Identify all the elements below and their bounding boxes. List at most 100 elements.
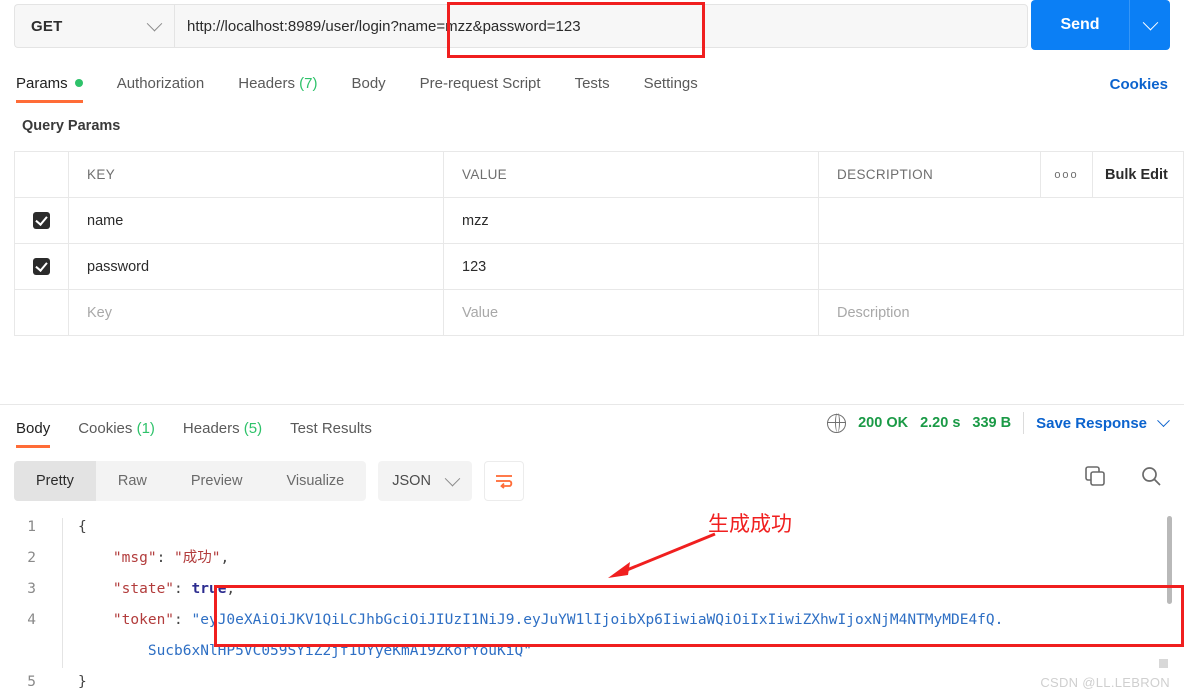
chevron-down-icon: [146, 15, 163, 31]
param-value[interactable]: mzz: [462, 213, 489, 229]
response-time: 2.20 s: [920, 415, 961, 431]
line-number: 1: [27, 519, 36, 535]
json-value-msg: "成功": [174, 550, 221, 566]
response-tab-cookies[interactable]: Cookies (1): [78, 420, 155, 439]
tab-authorization-label: Authorization: [116, 74, 205, 92]
cookies-link[interactable]: Cookies: [1110, 76, 1168, 93]
response-size: 339 B: [972, 415, 1012, 431]
token-highlight-box-left: [214, 585, 686, 647]
tab-params[interactable]: Params: [16, 74, 83, 103]
chevron-down-icon: [1142, 14, 1158, 30]
param-description-placeholder[interactable]: Description: [837, 305, 910, 321]
view-mode-raw[interactable]: Raw: [96, 461, 169, 501]
more-options-icon: ooo: [1054, 168, 1079, 181]
header-checkbox-cell: [15, 152, 69, 197]
save-response-button[interactable]: Save Response: [1036, 415, 1147, 432]
column-header-key: KEY: [87, 167, 116, 182]
format-selector[interactable]: JSON: [378, 461, 472, 501]
view-mode-visualize[interactable]: Visualize: [264, 461, 366, 501]
response-tab-body[interactable]: Body: [16, 419, 51, 448]
format-label: JSON: [392, 473, 431, 489]
tab-settings[interactable]: Settings: [644, 75, 698, 94]
query-params-title: Query Params: [22, 118, 121, 134]
tab-headers[interactable]: Headers (7): [238, 75, 317, 94]
url-text: http://localhost:8989/user/login?name=mz…: [187, 17, 581, 35]
response-body-actions: [1084, 465, 1162, 487]
search-button[interactable]: [1140, 465, 1162, 487]
column-header-value: VALUE: [462, 167, 508, 182]
table-options-button[interactable]: ooo: [1041, 152, 1093, 197]
status-badge: 200 OK: [858, 415, 909, 431]
globe-icon[interactable]: [826, 412, 847, 433]
table-row[interactable]: password 123: [15, 244, 1183, 290]
chevron-down-icon[interactable]: [1157, 413, 1170, 427]
bulk-edit-button[interactable]: Bulk Edit: [1093, 152, 1183, 197]
send-options-button[interactable]: [1130, 0, 1170, 50]
send-button[interactable]: Send: [1031, 0, 1129, 50]
empty-row-checkbox-cell: [15, 290, 69, 335]
response-body-toolbar: Pretty Raw Preview Visualize JSON: [14, 461, 524, 501]
param-key-placeholder[interactable]: Key: [87, 305, 112, 321]
response-divider: [0, 404, 1184, 405]
response-tab-test-results[interactable]: Test Results: [290, 420, 372, 439]
tab-tests[interactable]: Tests: [575, 75, 610, 94]
line-number: 3: [27, 581, 36, 597]
json-key-token: "token": [112, 612, 175, 628]
tab-settings-label: Settings: [643, 74, 698, 92]
view-mode-pretty[interactable]: Pretty: [14, 461, 96, 501]
http-method-selector[interactable]: GET: [14, 4, 174, 48]
line-number-gutter: 1 2 3 4 5: [0, 512, 36, 694]
tab-headers-label: Headers: [238, 74, 295, 92]
row-checkbox[interactable]: [33, 258, 50, 275]
line-number: 4: [27, 612, 36, 628]
table-row-empty[interactable]: Key Value Description: [15, 290, 1183, 336]
param-key[interactable]: password: [87, 259, 149, 275]
table-row[interactable]: name mzz: [15, 198, 1183, 244]
tab-body-label: Body: [351, 74, 386, 92]
tab-body[interactable]: Body: [351, 75, 385, 94]
response-tab-headers-label: Headers: [182, 419, 240, 437]
postman-window: GET http://localhost:8989/user/login?nam…: [0, 0, 1184, 694]
wrap-lines-button[interactable]: [483, 461, 524, 501]
http-method-label: GET: [31, 17, 63, 35]
tab-authorization[interactable]: Authorization: [117, 75, 205, 94]
tab-pre-request-script-label: Pre-request Script: [419, 74, 541, 92]
request-url-bar: GET http://localhost:8989/user/login?nam…: [0, 0, 1184, 52]
query-params-table: KEY VALUE DESCRIPTION ooo Bulk Edit name…: [14, 151, 1184, 336]
gutter-divider: [62, 518, 63, 668]
response-tab-body-label: Body: [16, 419, 51, 437]
chevron-down-icon: [444, 470, 461, 486]
annotation-label: 生成成功: [708, 512, 792, 536]
watermark-square: [1159, 659, 1168, 668]
send-button-group: Send: [1031, 0, 1170, 50]
url-input[interactable]: http://localhost:8989/user/login?name=mz…: [174, 4, 1028, 48]
meta-divider: [1023, 412, 1025, 434]
tab-headers-count: (7): [299, 74, 318, 92]
row-checkbox[interactable]: [33, 212, 50, 229]
line-number: 5: [27, 674, 36, 690]
tab-pre-request-script[interactable]: Pre-request Script: [420, 75, 541, 94]
annotation-arrow-icon: [608, 532, 716, 578]
watermark: CSDN @LL.LEBRON: [1040, 675, 1170, 690]
json-close-brace: }: [78, 674, 87, 690]
response-tab-headers[interactable]: Headers (5): [183, 420, 262, 439]
response-tab-test-results-label: Test Results: [290, 419, 372, 437]
view-mode-segmented-control: Pretty Raw Preview Visualize: [14, 461, 367, 501]
copy-button[interactable]: [1084, 465, 1106, 487]
param-value-placeholder[interactable]: Value: [462, 305, 498, 321]
wrap-lines-icon: [495, 475, 513, 489]
json-key-state: "state": [112, 581, 175, 597]
params-modified-dot-icon: [74, 78, 83, 87]
tab-params-label: Params: [16, 74, 68, 92]
response-tab-cookies-label: Cookies: [78, 419, 133, 437]
view-mode-preview[interactable]: Preview: [169, 461, 265, 501]
line-number: 2: [27, 550, 36, 566]
response-tab-headers-count: (5): [243, 419, 263, 437]
param-value[interactable]: 123: [462, 259, 486, 275]
response-tab-cookies-count: (1): [136, 419, 155, 437]
request-tabs: Params Authorization Headers (7) Body Pr…: [0, 63, 1184, 105]
response-status-meta: 200 OK 2.20 s 339 B Save Response: [826, 412, 1170, 434]
param-key[interactable]: name: [87, 213, 123, 229]
json-open-brace: {: [78, 519, 87, 535]
tab-tests-label: Tests: [574, 74, 610, 92]
